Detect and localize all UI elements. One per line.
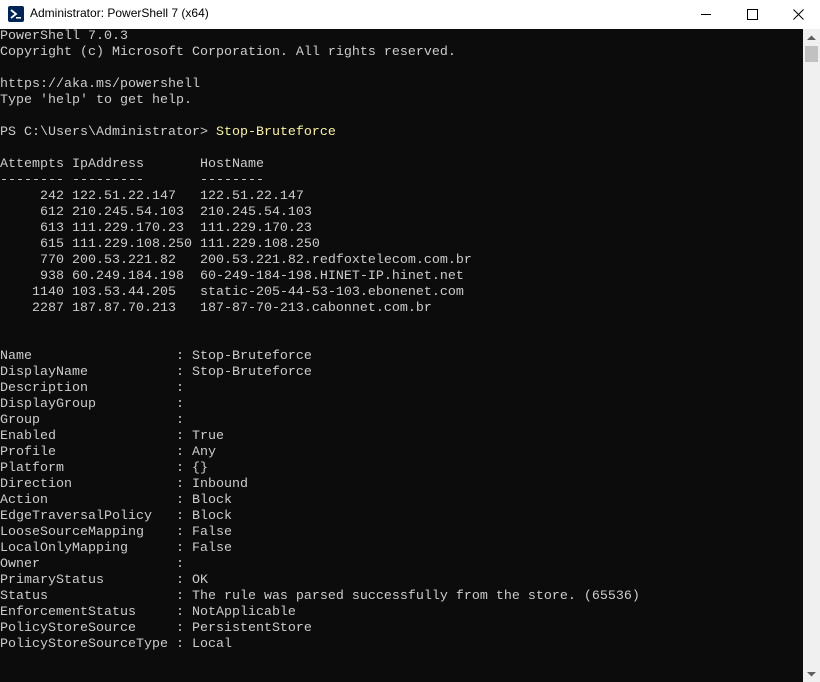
- property-line: Platform : {}: [0, 461, 208, 476]
- scroll-thumb[interactable]: [805, 46, 818, 62]
- powershell-icon: [8, 6, 24, 22]
- close-button[interactable]: [775, 0, 820, 29]
- property-line: PrimaryStatus : OK: [0, 573, 208, 588]
- window-title: Administrator: PowerShell 7 (x64): [30, 6, 209, 20]
- powershell-window: Administrator: PowerShell 7 (x64) PowerS…: [0, 0, 820, 682]
- scroll-down-button[interactable]: [803, 665, 820, 682]
- property-line: DisplayName : Stop-Bruteforce: [0, 365, 312, 380]
- property-line: Owner :: [0, 557, 184, 572]
- property-line: Status : The rule was parsed successfull…: [0, 589, 640, 604]
- property-line: DisplayGroup :: [0, 397, 184, 412]
- table-row: 612 210.245.54.103 210.245.54.103: [0, 205, 312, 220]
- minimize-icon: [701, 14, 711, 15]
- property-line: Group :: [0, 413, 184, 428]
- vertical-scrollbar[interactable]: [803, 29, 820, 682]
- property-line: EdgeTraversalPolicy : Block: [0, 509, 232, 524]
- table-row: 613 111.229.170.23 111.229.170.23: [0, 221, 312, 236]
- table-row: 615 111.229.108.250 111.229.108.250: [0, 237, 320, 252]
- property-line: EnforcementStatus : NotApplicable: [0, 605, 296, 620]
- minimize-button[interactable]: [683, 0, 729, 29]
- table-header: Attempts IpAddress HostName: [0, 157, 264, 172]
- table-row: 938 60.249.184.198 60-249-184-198.HINET-…: [0, 269, 464, 284]
- property-line: PolicyStoreSource : PersistentStore: [0, 621, 312, 636]
- property-line: Profile : Any: [0, 445, 216, 460]
- property-line: Enabled : True: [0, 429, 224, 444]
- prompt-line: PS C:\Users\Administrator> Stop-Brutefor…: [0, 125, 336, 141]
- property-line: LooseSourceMapping : False: [0, 525, 232, 540]
- chevron-up-icon: [807, 35, 816, 40]
- table-rule: -------- --------- --------: [0, 173, 264, 188]
- header-line: PowerShell 7.0.3: [0, 29, 128, 44]
- header-line: Type 'help' to get help.: [0, 93, 192, 108]
- property-line: Name : Stop-Bruteforce: [0, 349, 312, 364]
- property-line: PolicyStoreSourceType : Local: [0, 637, 232, 652]
- table-row: 770 200.53.221.82 200.53.221.82.redfoxte…: [0, 253, 472, 268]
- command-text: Stop-Bruteforce: [215, 125, 336, 140]
- property-line: Direction : Inbound: [0, 477, 248, 492]
- property-line: LocalOnlyMapping : False: [0, 541, 232, 556]
- maximize-button[interactable]: [729, 0, 775, 29]
- maximize-icon: [746, 9, 758, 20]
- table-row: 1140 103.53.44.205 static-205-44-53-103.…: [0, 285, 464, 300]
- prompt-text: PS C:\Users\Administrator>: [0, 125, 216, 140]
- console-output[interactable]: PowerShell 7.0.3 Copyright (c) Microsoft…: [0, 29, 803, 682]
- scroll-up-button[interactable]: [803, 29, 820, 46]
- property-line: Description :: [0, 381, 184, 396]
- table-row: 2287 187.87.70.213 187-87-70-213.cabonne…: [0, 301, 432, 316]
- title-bar[interactable]: Administrator: PowerShell 7 (x64): [0, 0, 820, 29]
- close-icon: [792, 9, 804, 20]
- header-line: Copyright (c) Microsoft Corporation. All…: [0, 45, 456, 60]
- header-line: https://aka.ms/powershell: [0, 77, 200, 92]
- property-line: Action : Block: [0, 493, 232, 508]
- table-row: 242 122.51.22.147 122.51.22.147: [0, 189, 304, 204]
- chevron-down-icon: [807, 671, 816, 676]
